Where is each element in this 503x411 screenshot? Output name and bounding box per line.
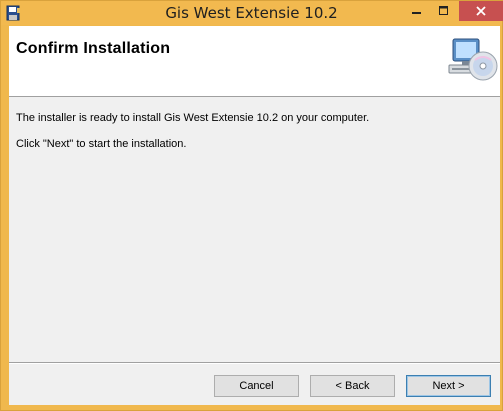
cancel-button[interactable]: Cancel xyxy=(214,375,299,397)
instruction-message: Click "Next" to start the installation. xyxy=(16,138,187,150)
dialog-header: Confirm Installation xyxy=(9,26,500,97)
back-button[interactable]: < Back xyxy=(310,375,395,397)
computer-disc-icon xyxy=(447,36,499,84)
maximize-button[interactable] xyxy=(432,1,456,21)
page-title: Confirm Installation xyxy=(16,40,171,57)
minimize-button[interactable] xyxy=(405,1,429,21)
close-icon xyxy=(476,6,486,16)
title-bar[interactable]: Gis West Extensie 10.2 xyxy=(1,1,503,25)
footer-separator xyxy=(9,362,500,364)
next-button[interactable]: Next > xyxy=(406,375,491,397)
maximize-icon xyxy=(439,6,448,15)
dialog-client-area: Confirm Installation The installer is re… xyxy=(9,26,500,405)
installer-window: Gis West Extensie 10.2 Confirm Installat… xyxy=(0,0,503,411)
ready-message: The installer is ready to install Gis We… xyxy=(16,112,370,124)
minimize-icon xyxy=(412,12,421,14)
close-button[interactable] xyxy=(459,1,503,21)
